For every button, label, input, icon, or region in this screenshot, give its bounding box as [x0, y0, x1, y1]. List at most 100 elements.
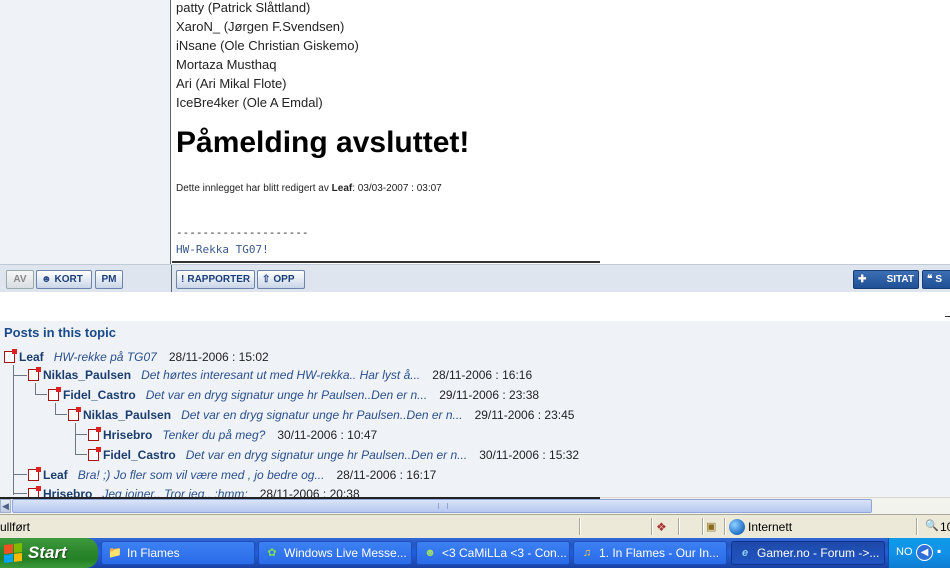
post-subject[interactable]: Det hørtes interesant ut med HW-rekka.. …: [141, 368, 420, 382]
post-subject[interactable]: Det var en dryg signatur unge hr Paulsen…: [181, 408, 463, 422]
tree-line: [35, 394, 47, 395]
member-line: Mortaza Musthaq: [176, 57, 277, 72]
security-lock-icon[interactable]: ▣: [706, 520, 722, 534]
post-icon: [28, 486, 41, 497]
windows-taskbar: Start 📁 In Flames ✿ Windows Live Messe..…: [0, 538, 950, 568]
topic-post-row[interactable]: Hrisebro Jeg joiner.. Tror jeg.. :hmm: 2…: [28, 485, 360, 497]
quote-reply-button[interactable]: ❝ S: [922, 270, 950, 289]
messenger-icon: ✿: [267, 547, 277, 559]
tree-line: [13, 375, 27, 376]
status-av-button[interactable]: AV: [6, 270, 34, 289]
media-player-icon: ♫: [582, 547, 592, 559]
opp-label: OPP: [273, 274, 295, 285]
start-button[interactable]: Start: [0, 538, 98, 568]
language-indicator[interactable]: NO: [896, 546, 913, 558]
topic-post-row[interactable]: Hrisebro Tenker du på meg? 30/11-2006 : …: [88, 426, 377, 444]
post-subject[interactable]: Det var en dryg signatur unge hr Paulsen…: [186, 448, 468, 462]
topic-tree-title: Posts in this topic: [4, 325, 116, 340]
taskbar-item-messenger-chat[interactable]: ☻ <3 CaMiLLa <3 - Con...: [416, 541, 570, 565]
scroll-top-button[interactable]: ⇧ OPP: [257, 270, 305, 289]
topic-post-row[interactable]: Leaf Bra! ;) Jo fler som vil være med , …: [28, 466, 436, 484]
horizontal-scrollbar[interactable]: ◀: [0, 497, 950, 514]
tree-line: [75, 454, 87, 455]
post-heading: Påmelding avsluttet!: [176, 126, 470, 159]
post-icon: [88, 427, 101, 441]
signature-separator: --------------------: [176, 226, 309, 239]
topic-tree-panel: Posts in this topic Leaf HW-rekke på TG0…: [0, 321, 950, 497]
exclamation-icon: !: [181, 274, 185, 285]
post-subject[interactable]: Tenker du på meg?: [162, 428, 265, 442]
kort-label: KORT: [54, 274, 83, 285]
post-icon: [88, 447, 101, 461]
post-subject[interactable]: HW-rekke på TG07: [54, 350, 157, 364]
tray-app-icon[interactable]: ▪: [937, 544, 949, 560]
taskbar-item-media-player[interactable]: ♫ 1. In Flames - Our In...: [573, 541, 727, 565]
post-date: 28/11-2006 : 16:17: [336, 468, 437, 482]
quote-button[interactable]: ✚ SITAT: [853, 270, 919, 289]
post-icon: [28, 467, 41, 481]
post-icon: [28, 367, 41, 381]
post-subject[interactable]: Bra! ;) Jo fler som vil være med , jo be…: [78, 468, 325, 482]
edited-prefix: Dette innlegget har blitt redigert av: [176, 183, 332, 194]
back-arrow-icon[interactable]: ◀: [916, 544, 933, 561]
topic-post-row[interactable]: Niklas_Paulsen Det var en dryg signatur …: [68, 406, 574, 424]
spacer: [0, 292, 950, 321]
post-author[interactable]: Hrisebro: [103, 428, 152, 442]
post-author-column: [0, 0, 171, 264]
quote-marks-icon: ❝: [927, 274, 933, 285]
scrollbar-thumb[interactable]: [12, 499, 872, 513]
topic-post-row[interactable]: Fidel_Castro Det var en dryg signatur un…: [48, 386, 539, 404]
plus-icon: ✚: [858, 274, 867, 285]
tree-line: [75, 423, 76, 455]
post-author[interactable]: Leaf: [43, 468, 68, 482]
tree-line: [13, 474, 27, 475]
taskbar-item-messenger[interactable]: ✿ Windows Live Messe...: [258, 541, 412, 565]
task-label: <3 CaMiLLa <3 - Con...: [442, 546, 567, 560]
footer-divider: [171, 265, 172, 293]
report-button[interactable]: ! RAPPORTER: [176, 270, 255, 289]
post-date: 30/11-2006 : 15:32: [479, 448, 580, 462]
user-icon: ☻: [41, 274, 52, 285]
edited-note: Dette innlegget har blitt redigert av Le…: [176, 183, 442, 194]
status-separator: [916, 518, 918, 535]
post-author[interactable]: Fidel_Castro: [63, 388, 136, 402]
post-author[interactable]: Fidel_Castro: [103, 448, 176, 462]
topic-post-row[interactable]: Niklas_Paulsen Det hørtes interesant ut …: [28, 366, 532, 384]
post-subject[interactable]: Det var en dryg signatur unge hr Paulsen…: [146, 388, 428, 402]
popup-blocker-icon[interactable]: ❖: [656, 520, 672, 534]
taskbar-item-in-flames-folder[interactable]: 📁 In Flames: [101, 541, 255, 565]
post-date: 29/11-2006 : 23:45: [474, 408, 575, 422]
windows-logo-icon: [4, 543, 22, 563]
arrow-up-icon: ⇧: [262, 274, 271, 285]
edited-by-user[interactable]: Leaf: [332, 183, 353, 194]
profile-card-button[interactable]: ☻ KORT: [36, 270, 92, 289]
post-body: patty (Patrick Slåttland) XaroN_ (Jørgen…: [172, 0, 950, 264]
taskbar-item-gamer-forum[interactable]: e Gamer.no - Forum ->...: [731, 541, 885, 565]
scrollbar-grip: [438, 503, 448, 509]
post-author[interactable]: Niklas_Paulsen: [83, 408, 171, 422]
zoom-level[interactable]: 10: [940, 520, 950, 534]
tree-line: [55, 414, 67, 415]
post-footer-bar: AV ☻ KORT PM ! RAPPORTER ⇧ OPP ✚ SITAT ❝ S: [0, 264, 950, 293]
topic-post-row[interactable]: Fidel_Castro Det var en dryg signatur un…: [88, 446, 579, 464]
post-author[interactable]: Leaf: [19, 350, 44, 364]
scroll-left-arrow-icon[interactable]: ◀: [0, 499, 11, 513]
post-date: 28/11-2006 : 15:02: [168, 350, 269, 364]
tree-line: [13, 365, 14, 495]
post-icon: [48, 387, 61, 401]
zoom-magnifier-icon[interactable]: 🔍: [925, 519, 939, 532]
tree-line: [75, 434, 87, 435]
start-label: Start: [28, 543, 67, 562]
security-zone-label[interactable]: Internett: [748, 520, 792, 534]
post-author[interactable]: Niklas_Paulsen: [43, 368, 131, 382]
post-author[interactable]: Hrisebro: [43, 487, 92, 497]
topic-post-row[interactable]: Leaf HW-rekke på TG07 28/11-2006 : 15:02: [4, 348, 269, 366]
divider-mark: [945, 316, 950, 317]
status-separator: [579, 518, 581, 535]
private-message-button[interactable]: PM: [95, 270, 123, 289]
folder-icon: 📁: [108, 547, 122, 559]
post-subject[interactable]: Jeg joiner.. Tror jeg.. :hmm:: [102, 487, 247, 497]
pm-label: PM: [101, 274, 117, 285]
task-label: Gamer.no - Forum ->...: [757, 546, 880, 560]
sitat-label: SITAT: [886, 274, 914, 285]
